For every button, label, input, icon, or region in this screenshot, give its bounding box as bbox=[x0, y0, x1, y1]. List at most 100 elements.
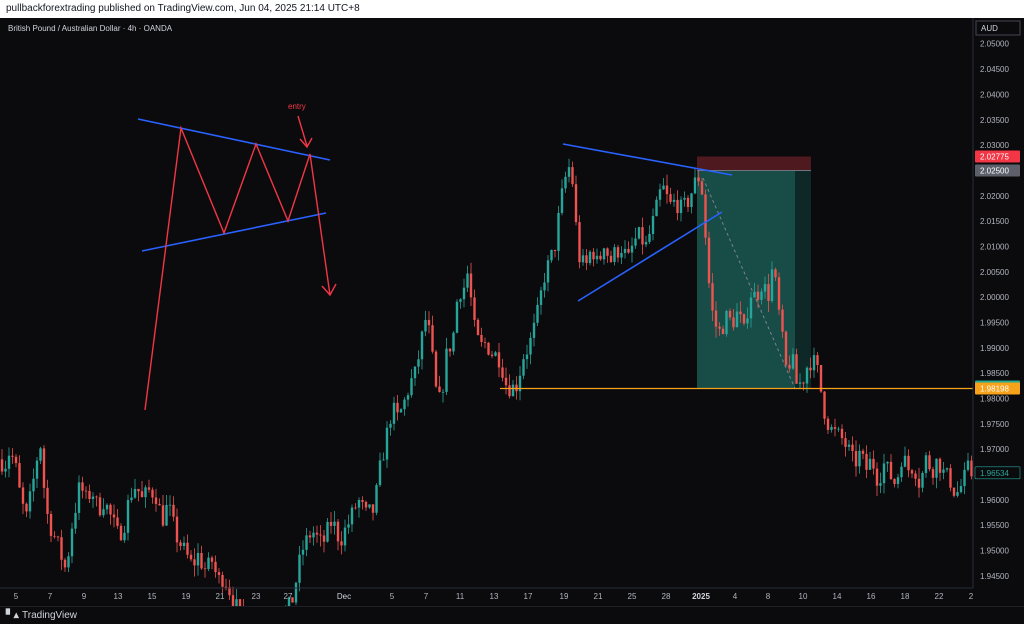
candle-body bbox=[21, 487, 25, 504]
position-stop-zone[interactable] bbox=[697, 156, 811, 171]
candle-body bbox=[67, 556, 70, 568]
candle-body bbox=[844, 438, 847, 447]
price-chart[interactable]: British Pound / Australian Dollar · 4h ·… bbox=[0, 18, 1024, 624]
candle-body bbox=[774, 269, 777, 278]
candle-body bbox=[203, 568, 207, 570]
candle-body bbox=[420, 331, 424, 360]
chart-background bbox=[0, 18, 973, 606]
candle-body bbox=[532, 322, 536, 338]
candle-body bbox=[606, 248, 609, 256]
time-tick-label: 8 bbox=[766, 592, 771, 601]
candle-body bbox=[84, 490, 88, 492]
candle-body bbox=[956, 492, 959, 496]
candle-body bbox=[151, 489, 154, 498]
candle-body bbox=[795, 354, 798, 384]
candle-body bbox=[756, 291, 760, 300]
candle-body bbox=[445, 348, 448, 392]
candle-body bbox=[214, 561, 217, 573]
candle-body bbox=[655, 199, 658, 217]
candle-body bbox=[966, 460, 970, 470]
candle-body bbox=[361, 499, 364, 502]
candle-body bbox=[32, 478, 35, 492]
candle-body bbox=[952, 487, 956, 496]
candle-body bbox=[798, 382, 802, 384]
candle-body bbox=[837, 428, 840, 430]
candle-body bbox=[231, 595, 235, 608]
candle-body bbox=[70, 528, 74, 557]
candle-body bbox=[333, 521, 336, 526]
candle-body bbox=[970, 460, 973, 477]
candle-body bbox=[438, 386, 441, 392]
candle-body bbox=[336, 521, 340, 542]
candle-body bbox=[7, 455, 11, 469]
candle-body bbox=[826, 418, 830, 430]
candle-body bbox=[224, 586, 228, 588]
candle-body bbox=[399, 409, 403, 413]
candle-body bbox=[816, 355, 819, 366]
candle-body bbox=[56, 536, 60, 538]
candle-body bbox=[714, 310, 718, 327]
time-tick-label: 10 bbox=[799, 592, 808, 601]
candle-body bbox=[851, 444, 854, 452]
candle-body bbox=[196, 552, 200, 566]
time-tick-label: 21 bbox=[594, 592, 603, 601]
candle-body bbox=[581, 255, 585, 263]
candle-body bbox=[368, 504, 371, 508]
price-tick-label: 2.03000 bbox=[980, 141, 1009, 150]
candle-body bbox=[413, 366, 417, 379]
candle-body bbox=[574, 184, 578, 223]
candle-body bbox=[427, 319, 431, 326]
candle-body bbox=[168, 504, 172, 506]
candle-body bbox=[186, 542, 189, 555]
candle-body bbox=[235, 599, 238, 608]
candle-body bbox=[350, 507, 354, 525]
candle-body bbox=[665, 185, 669, 195]
time-tick-label: 19 bbox=[560, 592, 569, 601]
candle-body bbox=[847, 444, 851, 447]
candle-body bbox=[63, 559, 67, 568]
candle-body bbox=[98, 497, 102, 516]
time-tick-label: 14 bbox=[833, 592, 842, 601]
price-tick-label: 1.96000 bbox=[980, 496, 1009, 505]
candle-body bbox=[819, 365, 823, 392]
candle-body bbox=[707, 237, 711, 284]
publish-line: pullbackforextrading published on Tradin… bbox=[6, 3, 360, 14]
candle-body bbox=[137, 488, 140, 492]
candle-body bbox=[315, 532, 319, 535]
candle-body bbox=[25, 503, 28, 512]
price-marker-label: 1.96534 bbox=[980, 469, 1009, 478]
candle-body bbox=[119, 525, 123, 541]
candle-body bbox=[553, 249, 557, 251]
time-tick-label: 18 bbox=[901, 592, 910, 601]
candle-body bbox=[144, 487, 147, 498]
candle-body bbox=[74, 512, 77, 529]
time-tick-label: 11 bbox=[456, 592, 465, 601]
candle-body bbox=[746, 318, 749, 324]
short-position-tool[interactable] bbox=[697, 156, 811, 389]
price-axis[interactable]: AUD 2.05000 2.04500 2.04000 2.03500 2.03000 2… bbox=[972, 18, 1024, 606]
candle-body bbox=[676, 199, 679, 214]
price-tick-label: 1.99500 bbox=[980, 319, 1009, 328]
candle-body bbox=[903, 455, 907, 467]
price-tick-label: 2.01000 bbox=[980, 242, 1009, 251]
candle-body bbox=[840, 428, 844, 439]
candle-body bbox=[340, 541, 343, 546]
time-tick-label: 21 bbox=[216, 592, 225, 601]
candle-body bbox=[658, 189, 662, 200]
time-tick-label: Dec bbox=[337, 592, 351, 601]
candle-body bbox=[378, 460, 382, 486]
chart-frame[interactable]: British Pound / Australian Dollar · 4h ·… bbox=[0, 18, 1024, 624]
candle-body bbox=[711, 283, 714, 311]
candle-body bbox=[889, 461, 893, 480]
candle-body bbox=[175, 516, 179, 543]
candle-body bbox=[613, 247, 616, 262]
candle-body bbox=[161, 505, 165, 526]
candle-body bbox=[567, 167, 571, 177]
candle-body bbox=[301, 549, 305, 555]
candle-body bbox=[739, 311, 742, 315]
time-tick-label: 5 bbox=[390, 592, 395, 601]
candle-body bbox=[760, 291, 763, 300]
candle-body bbox=[683, 197, 686, 200]
time-tick-label: 9 bbox=[82, 592, 87, 601]
candle-body bbox=[777, 277, 781, 310]
